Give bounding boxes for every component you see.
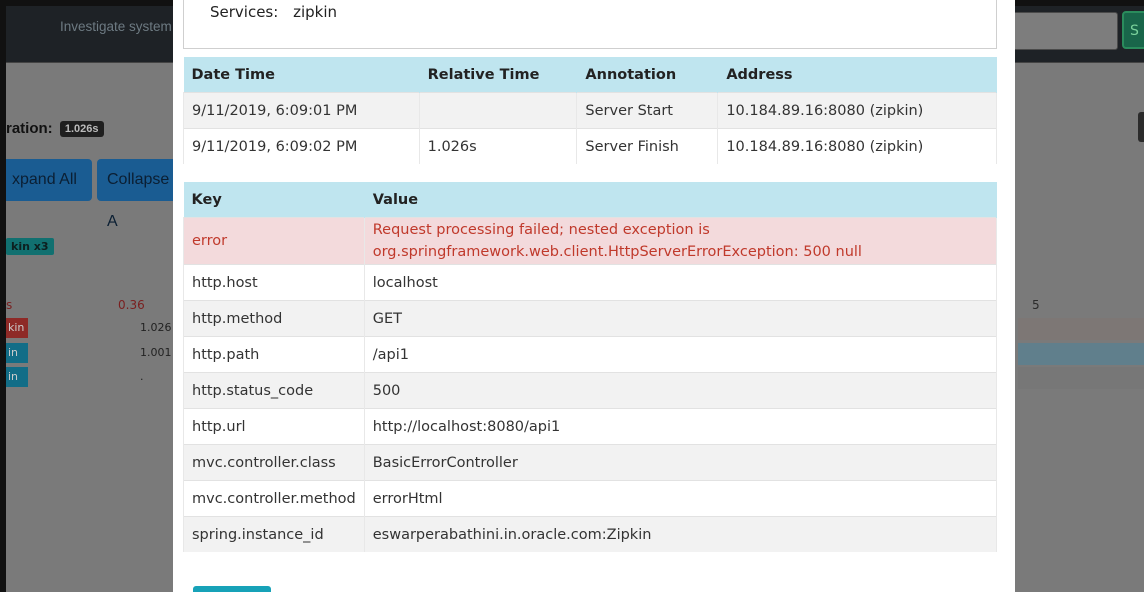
column-header: Value (364, 182, 998, 218)
service-badge[interactable]: kin x3 (6, 238, 54, 255)
span-bar (1018, 367, 1144, 389)
tag-key: http.method (183, 300, 365, 337)
table-row: 9/11/2019, 6:09:02 PM 1.026s Server Fini… (183, 128, 997, 164)
column-header: Key (183, 182, 365, 218)
tag-key: mvc.controller.class (183, 444, 365, 481)
table-row: http.status_code 500 (183, 372, 998, 409)
trace-duration: ration: 1.026s (6, 120, 104, 137)
tag-key: spring.instance_id (183, 516, 365, 552)
tag-value: http://localhost:8080/api1 (364, 408, 998, 445)
duration-label: ration: (6, 120, 53, 137)
span-service-name: in (8, 370, 19, 383)
column-header: Address (717, 57, 997, 93)
table-row: http.host localhost (183, 264, 998, 301)
table-row: http.method GET (183, 300, 998, 337)
table-row: spring.instance_id eswarperabathini.in.o… (183, 516, 998, 552)
timeline-tick-right: 5 (1032, 298, 1040, 312)
tag-value: GET (364, 300, 998, 337)
tags-table: Key Value error Request processing faile… (183, 182, 998, 552)
span-duration: 1.026 (140, 321, 172, 334)
span-row-label[interactable]: in (6, 367, 28, 387)
services-value: zipkin (293, 3, 338, 21)
nav-search-button[interactable]: S (1122, 11, 1144, 49)
modal-footer-button[interactable] (193, 586, 271, 592)
annotation-datetime: 9/11/2019, 6:09:02 PM (183, 128, 420, 164)
span-row-label[interactable]: kin (6, 318, 28, 338)
expand-all-button[interactable]: xpand All (6, 159, 92, 201)
annotation-address: 10.184.89.16:8080 (zipkin) (717, 128, 997, 164)
annotation-address: 10.184.89.16:8080 (zipkin) (717, 92, 997, 129)
tag-value: localhost (364, 264, 998, 301)
tags-header: Key Value (183, 182, 998, 218)
span-bar (1018, 343, 1144, 365)
tag-key: http.status_code (183, 372, 365, 409)
annotation-relative-time: 1.026s (419, 128, 578, 164)
tag-key: mvc.controller.method (183, 480, 365, 517)
tag-value: /api1 (364, 336, 998, 373)
annotation-value: Server Start (576, 92, 719, 129)
annotations-header: Date Time Relative Time Annotation Addre… (183, 57, 997, 93)
annotation-value: Server Finish (576, 128, 719, 164)
span-duration: . (140, 370, 144, 383)
services-label: Services: (210, 3, 279, 21)
duration-badge: 1.026s (59, 121, 104, 137)
timeline-tick: 0.36 (118, 298, 145, 312)
column-header: Date Time (183, 57, 420, 93)
tag-value: errorHtml (364, 480, 998, 517)
table-row: http.path /api1 (183, 336, 998, 373)
collapse-all-button[interactable]: Collapse A (97, 159, 183, 230)
table-row: http.url http://localhost:8080/api1 (183, 408, 998, 445)
span-detail-modal: Services: zipkin Date Time Relative Time… (173, 0, 1015, 592)
table-row: 9/11/2019, 6:09:01 PM Server Start 10.18… (183, 92, 997, 129)
annotations-table: Date Time Relative Time Annotation Addre… (183, 57, 997, 164)
table-row: mvc.controller.method errorHtml (183, 480, 998, 517)
services-panel: Services: zipkin (183, 0, 997, 49)
bg-side-button[interactable] (1138, 112, 1144, 142)
tag-value: BasicErrorController (364, 444, 998, 481)
nav-search-hint: Investigate system (60, 19, 172, 34)
table-row: mvc.controller.class BasicErrorControlle… (183, 444, 998, 481)
tag-value: eswarperabathini.in.oracle.com:Zipkin (364, 516, 998, 552)
tag-value: 500 (364, 372, 998, 409)
span-bar (1018, 318, 1144, 340)
span-service-name: kin (8, 321, 25, 334)
tag-key: error (183, 217, 365, 265)
nav-search-input[interactable] (1006, 12, 1118, 50)
annotation-relative-time (419, 92, 578, 129)
column-header: Annotation (576, 57, 719, 93)
services-line: Services: zipkin (210, 3, 337, 21)
span-service-name: in (8, 346, 19, 359)
span-row-label[interactable]: in (6, 343, 28, 363)
tag-value: Request processing failed; nested except… (364, 217, 998, 265)
tag-key: http.host (183, 264, 365, 301)
annotation-datetime: 9/11/2019, 6:09:01 PM (183, 92, 420, 129)
span-duration: 1.001 (140, 346, 172, 359)
column-header: Relative Time (419, 57, 578, 93)
table-row-error: error Request processing failed; nested … (183, 217, 998, 265)
tag-key: http.url (183, 408, 365, 445)
tag-key: http.path (183, 336, 365, 373)
timeline-tick-left: s (6, 298, 13, 312)
